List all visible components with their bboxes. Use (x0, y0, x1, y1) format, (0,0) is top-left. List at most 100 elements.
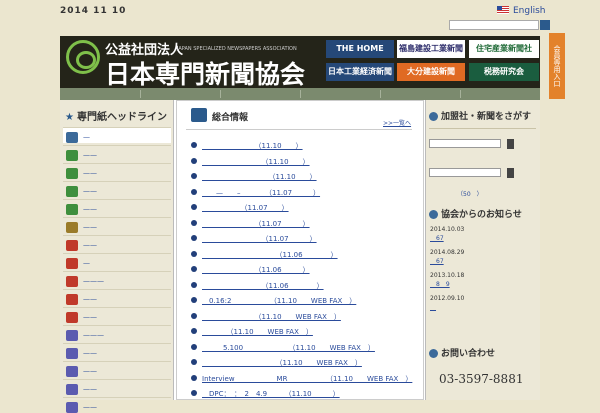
category-label: ——— (83, 277, 104, 285)
bullet-icon (191, 359, 197, 365)
category-item[interactable]: —— (63, 145, 171, 161)
category-icon (66, 258, 78, 269)
bullet-icon (191, 142, 197, 148)
notice-date: 2014.08.29 (430, 249, 465, 256)
bullet-icon (191, 204, 197, 210)
category-item[interactable]: —— (63, 289, 171, 305)
notice-item[interactable]: 2012.09.10 (430, 295, 464, 311)
current-date: 2014 11 10 (60, 6, 127, 16)
news-link[interactable]: 5.100 （11.10 WEB FAX ） (202, 343, 375, 353)
category-item[interactable]: —— (63, 361, 171, 377)
bullet-icon (191, 157, 197, 164)
category-icon (66, 168, 78, 179)
notice-item[interactable]: 2013.10.18 8 9 (430, 272, 464, 288)
category-icon (66, 222, 78, 233)
notice-date: 2012.09.10 (430, 295, 465, 302)
news-link[interactable]: — – （11.07 ） (202, 188, 320, 198)
category-item[interactable]: ——— (63, 271, 171, 287)
news-link[interactable]: （11.06 ） (202, 281, 324, 291)
find-heading: 加盟社・新聞をさがす (429, 109, 531, 122)
category-item[interactable]: —— (63, 379, 171, 395)
search-button[interactable] (540, 20, 550, 30)
bullet-icon (191, 188, 197, 195)
category-label: —— (83, 241, 97, 249)
news-link[interactable]: （11.07 ） (202, 234, 317, 244)
category-item[interactable]: —— (63, 397, 171, 413)
news-link[interactable]: （11.06 ） (202, 265, 310, 275)
category-icon (66, 132, 78, 143)
category-label: — (83, 259, 90, 267)
category-item[interactable]: — (63, 127, 171, 143)
notice-link[interactable] (430, 302, 464, 311)
news-link[interactable]: DPC： ： 2 4.9 （11.10 ） (202, 389, 340, 399)
category-item[interactable]: — (63, 253, 171, 269)
news-link[interactable]: （11.07 ） (202, 219, 310, 229)
banner-oita[interactable]: 大分建設新聞 (397, 63, 465, 81)
news-link[interactable]: Interview MR （11.10 WEB FAX ） (202, 374, 412, 384)
category-icon (66, 150, 78, 161)
news-link[interactable]: （11.10 WEB FAX ） (202, 327, 313, 337)
bullet-icon (191, 250, 197, 257)
more-link[interactable]: >>一覧へ (383, 118, 411, 127)
bullet-icon (191, 297, 197, 303)
star-icon: ★ (65, 112, 74, 123)
paper-go-button[interactable] (507, 168, 514, 178)
category-label: —— (83, 223, 97, 231)
divider (429, 128, 536, 129)
category-icon (66, 240, 78, 251)
news-link[interactable]: （11.10 ） (202, 141, 303, 151)
org-english-name: JAPAN SPECIALIZED NEWSPAPERS ASSOCIATION (177, 46, 297, 52)
banner-nikko-keizai[interactable]: 日本工業経済新聞社 (326, 63, 394, 81)
category-item[interactable]: —— (63, 235, 171, 251)
headline-title: ★ 専門紙ヘッドライン (65, 112, 167, 123)
site-search-input[interactable] (449, 20, 539, 30)
category-icon (66, 204, 78, 215)
category-label: —— (83, 403, 97, 411)
notice-heading: 協会からのお知らせ (429, 207, 522, 220)
news-link[interactable]: （11.10 ） (202, 172, 317, 182)
news-title: 総合情報 (212, 113, 249, 123)
category-label: —— (83, 295, 97, 303)
fifty-link[interactable]: （50 ） (457, 189, 483, 198)
paper-select[interactable] (429, 168, 501, 177)
category-item[interactable]: —— (63, 307, 171, 323)
calendar-icon (191, 108, 207, 122)
bullet-icon (191, 266, 197, 272)
notice-icon (429, 210, 438, 219)
notice-item[interactable]: 2014.08.29 67 (430, 249, 464, 265)
notice-item[interactable]: 2014.10.03 67 (430, 226, 464, 242)
news-link[interactable]: （11.06 ） (202, 250, 338, 260)
news-link[interactable]: （11.10 WEB FAX ） (202, 358, 362, 368)
banner-jutaku[interactable]: 住宅産業新聞社 (469, 40, 539, 58)
banner-home-living[interactable]: THE HOME LIVING (326, 40, 394, 58)
category-item[interactable]: —— (63, 217, 171, 233)
banner-zeimu[interactable]: 税務研究会 (469, 63, 539, 81)
news-link[interactable]: 0.16:2 （11.10 WEB FAX ） (202, 296, 356, 306)
banner-fukushima[interactable]: 福島建設工業新聞社 (397, 40, 465, 58)
category-icon (66, 348, 78, 359)
contact-icon (429, 349, 438, 358)
category-item[interactable]: —— (63, 199, 171, 215)
notice-date: 2014.10.03 (430, 226, 465, 233)
category-label: — (83, 133, 90, 141)
category-item[interactable]: —— (63, 163, 171, 179)
notice-link[interactable]: 67 (430, 233, 464, 242)
category-item[interactable]: —— (63, 343, 171, 359)
member-go-button[interactable] (507, 139, 514, 149)
english-link[interactable]: English (497, 6, 546, 16)
category-icon (66, 384, 78, 395)
news-link[interactable]: （11.10 WEB FAX ） (202, 312, 341, 322)
member-select[interactable] (429, 139, 501, 148)
magnifier-icon (429, 112, 438, 121)
category-icon (66, 366, 78, 377)
category-item[interactable]: —— (63, 181, 171, 197)
member-entry-tab[interactable]: 会員専用入口 (549, 33, 565, 99)
news-link[interactable]: （11.07 ） (202, 203, 289, 213)
category-item[interactable]: ——— (63, 325, 171, 341)
notice-link[interactable]: 67 (430, 256, 464, 265)
association-logo-icon[interactable] (66, 40, 100, 74)
category-label: ——— (83, 331, 104, 339)
news-link[interactable]: （11.10 ） (202, 157, 310, 167)
category-icon (66, 186, 78, 197)
notice-link[interactable]: 8 9 (430, 279, 464, 288)
